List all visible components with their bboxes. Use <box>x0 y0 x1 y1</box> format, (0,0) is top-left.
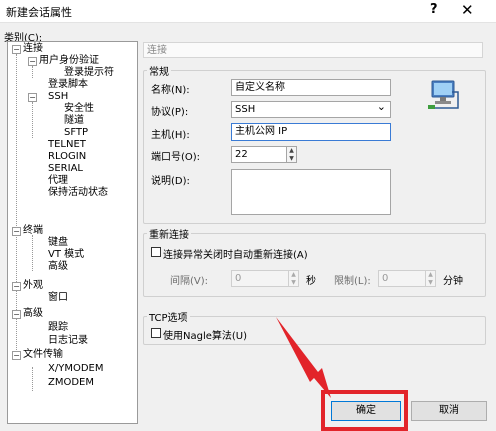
port-field[interactable]: 22 <box>231 146 287 163</box>
host-field[interactable]: 主机公网 IP <box>231 123 391 141</box>
protocol-label: 协议(P): <box>151 107 189 118</box>
limit-unit: 分钟 <box>443 276 463 287</box>
panel-title: 连接 <box>143 42 483 58</box>
chevron-down-icon[interactable]: ⌄ <box>377 102 386 114</box>
tree-item-security[interactable]: 安全性 <box>64 103 94 115</box>
tree-item-telnet[interactable]: TELNET <box>48 139 86 151</box>
host-label: 主机(H): <box>151 130 190 141</box>
tree-item-proxy[interactable]: 代理 <box>48 175 68 187</box>
computer-network-icon <box>428 80 459 109</box>
tree-line <box>32 66 33 78</box>
tree-item-logging[interactable]: 日志记录 <box>48 335 88 347</box>
collapse-icon[interactable]: − <box>12 282 21 291</box>
collapse-icon[interactable]: − <box>12 351 21 360</box>
spin-down-icon[interactable]: ▼ <box>426 279 435 287</box>
tree-line <box>32 367 33 391</box>
tree-item-vt-mode[interactable]: VT 模式 <box>48 249 84 261</box>
spin-down-icon[interactable]: ▼ <box>287 155 296 163</box>
help-icon[interactable]: ? <box>430 2 438 17</box>
tree-item-login-scripts[interactable]: 登录脚本 <box>48 79 88 91</box>
tree-item-ssh[interactable]: SSH <box>48 91 68 103</box>
tree-item-serial[interactable]: SERIAL <box>48 163 83 175</box>
tree-item-terminal-advanced[interactable]: 高级 <box>48 261 68 273</box>
collapse-icon[interactable]: − <box>28 93 37 102</box>
tree-item-window[interactable]: 窗口 <box>48 292 68 304</box>
tree-line <box>32 235 33 271</box>
name-label: 名称(N): <box>151 85 190 96</box>
title-bar: 新建会话属性 ? ✕ <box>0 0 496 23</box>
spin-down-icon[interactable]: ▼ <box>289 279 298 287</box>
collapse-icon[interactable]: − <box>12 310 21 319</box>
nagle-label: 使用Nagle算法(U) <box>163 331 248 342</box>
tree-item-authentication[interactable]: 用户身份验证 <box>39 55 99 67</box>
protocol-select[interactable]: SSH ⌄ <box>231 101 391 118</box>
tcp-group-title: TCP选项 <box>147 309 190 324</box>
tree-item-xymodem[interactable]: X/YMODEM <box>48 363 103 375</box>
limit-label: 限制(L): <box>334 276 371 287</box>
interval-field[interactable]: 0 <box>231 270 289 287</box>
spin-up-icon[interactable]: ▲ <box>426 271 435 279</box>
close-icon[interactable]: ✕ <box>461 1 474 19</box>
tree-item-zmodem[interactable]: ZMODEM <box>48 377 94 389</box>
reconnect-group-title: 重新连接 <box>147 226 191 241</box>
tree-item-connection[interactable]: 连接 <box>23 43 43 55</box>
collapse-icon[interactable]: − <box>12 227 21 236</box>
window-title: 新建会话属性 <box>6 6 72 19</box>
name-field[interactable]: 自定义名称 <box>231 79 391 96</box>
interval-stepper[interactable]: ▲ ▼ <box>288 270 299 287</box>
nagle-checkbox[interactable] <box>151 328 161 338</box>
cancel-button[interactable]: 取消 <box>411 401 487 421</box>
description-label: 说明(D): <box>151 176 190 187</box>
tree-line <box>32 102 33 138</box>
description-field[interactable] <box>231 169 391 215</box>
spin-up-icon[interactable]: ▲ <box>289 271 298 279</box>
tree-item-keepalive[interactable]: 保持活动状态 <box>48 187 108 199</box>
collapse-icon[interactable]: − <box>28 57 37 66</box>
highlight-box <box>321 390 408 431</box>
protocol-value: SSH <box>235 104 256 115</box>
reconnect-group <box>143 233 486 297</box>
interval-unit: 秒 <box>306 276 316 287</box>
limit-stepper[interactable]: ▲ ▼ <box>425 270 436 287</box>
tree-item-sftp[interactable]: SFTP <box>64 127 88 139</box>
tree-item-file-transfer[interactable]: 文件传输 <box>23 349 63 361</box>
port-stepper[interactable]: ▲ ▼ <box>286 146 297 163</box>
tree-item-keyboard[interactable]: 键盘 <box>48 237 68 249</box>
interval-label: 间隔(V): <box>170 276 209 287</box>
spin-up-icon[interactable]: ▲ <box>287 147 296 155</box>
limit-field[interactable]: 0 <box>378 270 426 287</box>
category-tree[interactable]: − 连接 − 用户身份验证 登录提示符 登录脚本 − SSH 安全性 隧道 SF… <box>7 41 138 424</box>
collapse-icon[interactable]: − <box>12 45 21 54</box>
general-group-title: 常规 <box>147 63 171 78</box>
tree-item-appearance[interactable]: 外观 <box>23 280 43 292</box>
tree-item-terminal[interactable]: 终端 <box>23 225 43 237</box>
auto-reconnect-label: 连接异常关闭时自动重新连接(A) <box>163 250 308 261</box>
tree-item-login-prompts[interactable]: 登录提示符 <box>64 67 114 79</box>
tree-item-tunnel[interactable]: 隧道 <box>64 115 84 127</box>
auto-reconnect-checkbox[interactable] <box>151 247 161 257</box>
port-label: 端口号(O): <box>151 152 201 163</box>
tree-item-advanced[interactable]: 高级 <box>23 308 43 320</box>
tree-item-rlogin[interactable]: RLOGIN <box>48 151 86 163</box>
tree-item-trace[interactable]: 跟踪 <box>48 322 68 334</box>
